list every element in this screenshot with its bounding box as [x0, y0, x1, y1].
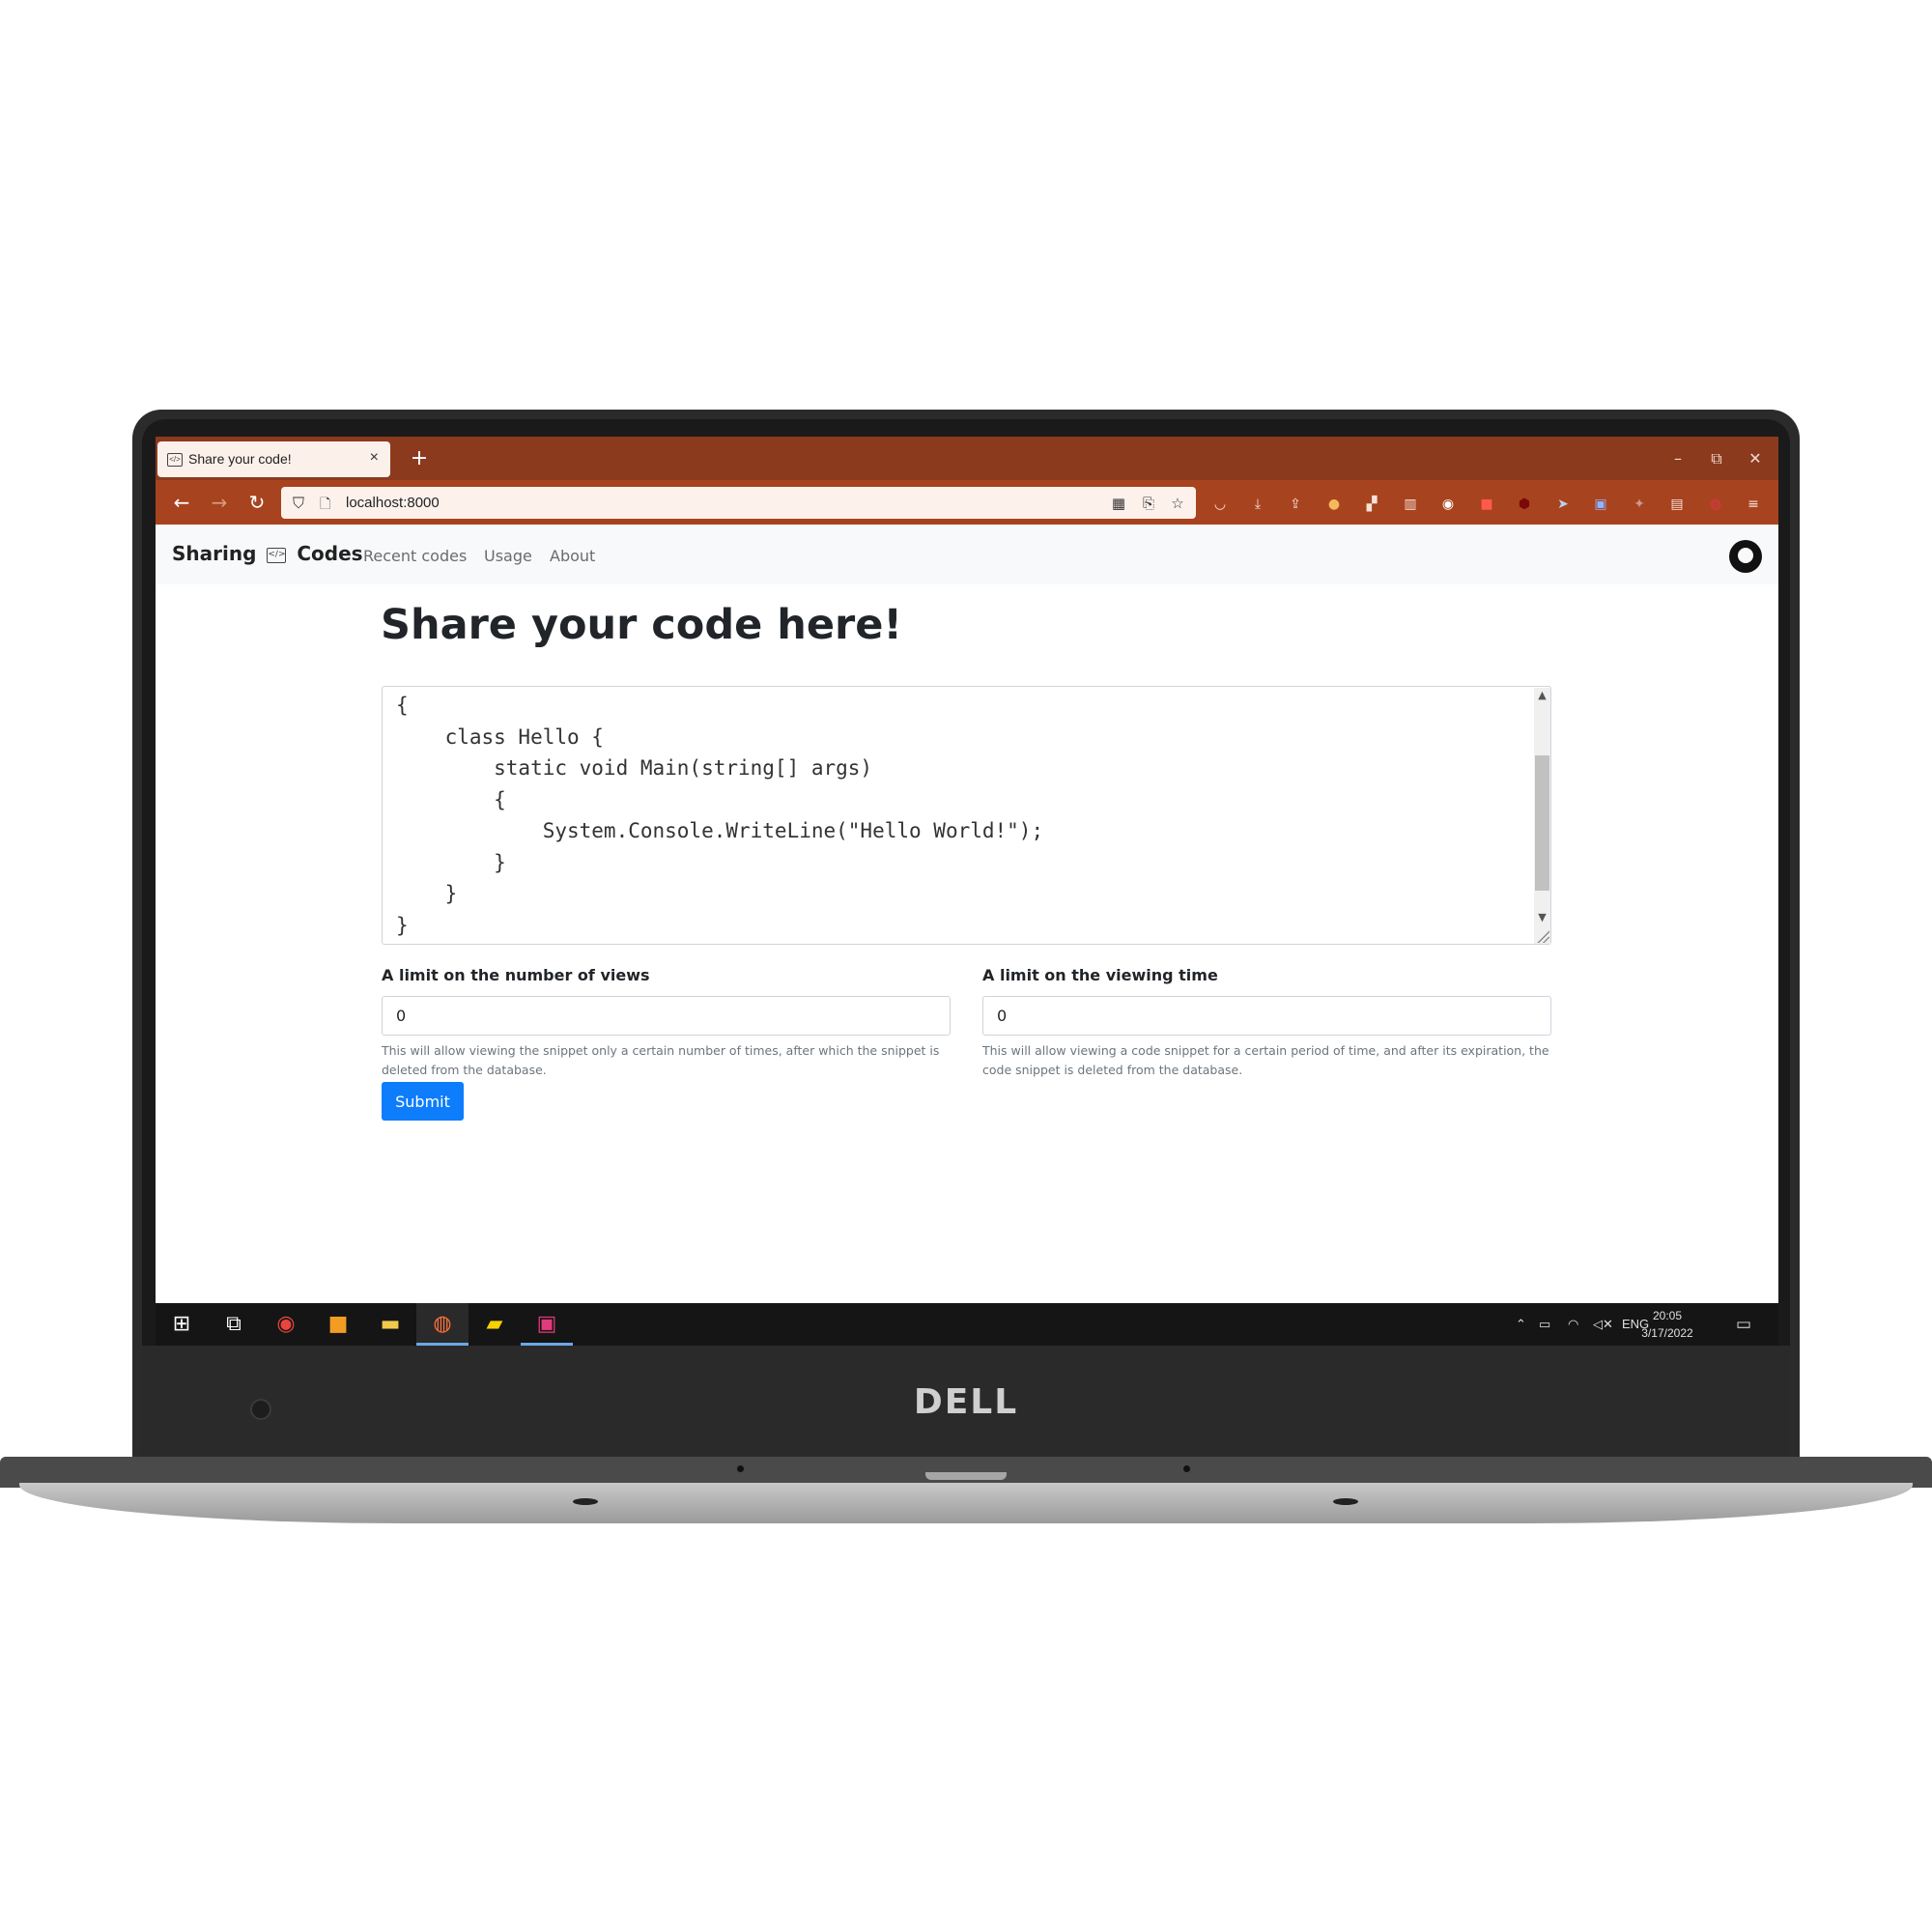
scroll-up-icon[interactable]: ▲	[1534, 688, 1550, 703]
menu-icon[interactable]: ≡	[1742, 493, 1765, 516]
views-limit-help: This will allow viewing the snippet only…	[382, 1043, 940, 1077]
code-content[interactable]: { class Hello { static void Main(string[…	[396, 690, 1043, 941]
tray-chevron-icon[interactable]: ⌃	[1516, 1303, 1526, 1346]
bookmark-star-icon[interactable]: ☆	[1166, 492, 1189, 515]
submit-button[interactable]: Submit	[382, 1082, 464, 1121]
nav-about[interactable]: About	[550, 547, 595, 565]
time-limit-input[interactable]	[982, 996, 1551, 1036]
page-title: Share your code here!	[381, 601, 902, 649]
camera-extension-icon[interactable]: ■	[1475, 493, 1498, 516]
laptop-foot-right	[1333, 1498, 1358, 1505]
code-icon: </>	[267, 547, 287, 563]
download-icon[interactable]: ⤓	[1246, 493, 1269, 516]
code-favicon-icon: </>	[167, 453, 183, 467]
laptop-base	[19, 1483, 1913, 1523]
shield-icon[interactable]: ⛉	[293, 494, 304, 513]
forward-arrow-icon[interactable]: →	[205, 488, 234, 517]
clock-time: 20:05	[1652, 1309, 1683, 1322]
extension-bars-icon[interactable]: ▥	[1399, 493, 1422, 516]
chrome-icon[interactable]: ◉	[260, 1303, 312, 1346]
pocket-icon[interactable]: ◡	[1208, 493, 1232, 516]
github-icon[interactable]	[1729, 540, 1762, 573]
views-limit-input[interactable]	[382, 996, 951, 1036]
extension-grid-icon[interactable]: ▞	[1360, 493, 1383, 516]
cursor-extension-icon[interactable]: ➤	[1551, 493, 1575, 516]
ublock-icon[interactable]: ⬢	[1513, 493, 1536, 516]
views-limit-label: A limit on the number of views	[382, 966, 650, 984]
extension-orange-icon[interactable]: ●	[1322, 493, 1346, 516]
new-tab-button[interactable]: +	[405, 444, 434, 473]
red-extension-icon[interactable]: ◍	[1704, 493, 1727, 516]
clock-date: 3/17/2022	[1641, 1326, 1693, 1340]
notifications-icon[interactable]: ▭	[1736, 1303, 1751, 1346]
sticky-notes-icon[interactable]: ▰	[469, 1303, 521, 1346]
dell-logo: DELL	[913, 1382, 1019, 1422]
firefox-icon[interactable]: ◍	[416, 1303, 469, 1346]
laptop-dot-right	[1183, 1465, 1190, 1472]
resize-handle-icon[interactable]	[1536, 929, 1549, 943]
scrollbar-thumb[interactable]	[1535, 755, 1549, 891]
translator-extension-icon[interactable]: ▣	[1589, 493, 1612, 516]
clock[interactable]: 20:05 3/17/2022	[1629, 1307, 1706, 1342]
time-limit-help: This will allow viewing a code snippet f…	[982, 1043, 1549, 1077]
time-limit-label: A limit on the viewing time	[982, 966, 1218, 984]
nav-recent-codes[interactable]: Recent codes	[363, 547, 467, 565]
browser-tab-strip	[156, 437, 1778, 480]
screen: </> Share your code! × + – ⧉ ✕ ← → ↻ ⛉ 🗋…	[156, 437, 1778, 1346]
webcam-icon	[250, 1399, 271, 1420]
puzzle-extension-icon[interactable]: ✦	[1628, 493, 1651, 516]
brand-left: Sharing	[172, 542, 257, 565]
tab-title: Share your code!	[188, 451, 292, 467]
brand-right: Codes	[297, 542, 363, 565]
app-orange-icon[interactable]: ■	[312, 1303, 364, 1346]
url-text[interactable]: localhost:8000	[346, 495, 440, 511]
task-view-icon[interactable]: ⧉	[208, 1303, 260, 1346]
laptop-foot-left	[573, 1498, 598, 1505]
file-explorer-icon[interactable]: ▬	[364, 1303, 416, 1346]
close-tab-icon[interactable]: ×	[370, 449, 379, 467]
nav-usage[interactable]: Usage	[484, 547, 532, 565]
intellij-icon[interactable]: ▣	[521, 1303, 573, 1346]
minimize-button[interactable]: –	[1659, 444, 1697, 473]
reader-extension-icon[interactable]: ▤	[1665, 493, 1689, 516]
scroll-down-icon[interactable]: ▼	[1534, 910, 1550, 925]
restore-button[interactable]: ⧉	[1697, 444, 1736, 473]
wifi-icon[interactable]: ◠	[1568, 1303, 1578, 1346]
windows-start-icon[interactable]: ⊞	[156, 1303, 208, 1346]
laptop-notch	[925, 1472, 1007, 1480]
volume-muted-icon[interactable]: ◁✕	[1593, 1303, 1613, 1346]
browser-tab[interactable]: </> Share your code! ×	[157, 441, 390, 477]
qr-code-icon[interactable]: ▦	[1107, 492, 1130, 515]
back-arrow-icon[interactable]: ←	[167, 488, 196, 517]
extension-circle-icon[interactable]: ◉	[1436, 493, 1460, 516]
reload-icon[interactable]: ↻	[242, 488, 271, 517]
taskbar: ⊞ ⧉ ◉ ■ ▬ ◍ ▰ ▣ ⌃ ▭ ◠ ◁✕ ENG 20:05 3/17/…	[156, 1303, 1778, 1346]
laptop-dot-left	[737, 1465, 744, 1472]
site-brand[interactable]: Sharing </> Codes	[172, 542, 363, 565]
share-icon[interactable]: ⇪	[1284, 493, 1307, 516]
battery-icon[interactable]: ▭	[1539, 1303, 1550, 1346]
close-window-button[interactable]: ✕	[1736, 444, 1775, 473]
page-info-icon[interactable]: 🗋	[320, 494, 330, 517]
translate-icon[interactable]: ⎘	[1137, 492, 1160, 515]
